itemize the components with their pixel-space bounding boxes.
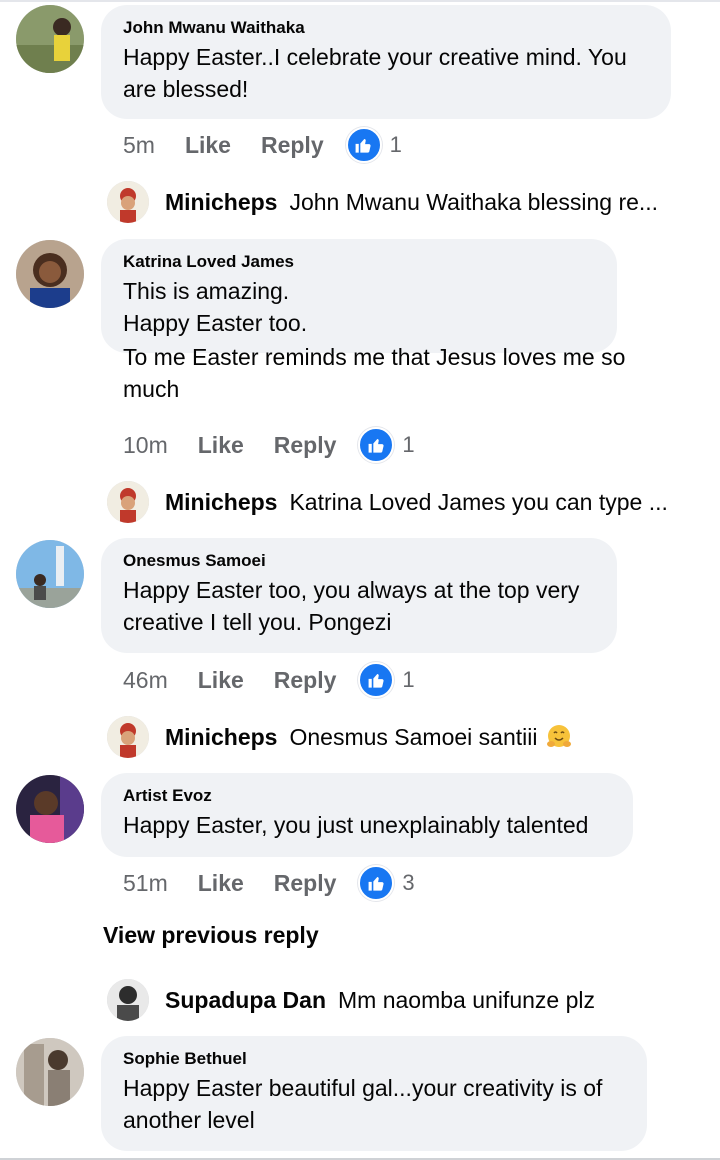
reaction-summary[interactable]: 1 [358,427,415,463]
comment-text-line: Happy Easter too, you always at the top … [123,577,580,603]
reply-preview[interactable]: Minicheps John Mwanu Waithaka blessing r… [107,181,677,223]
reply-button[interactable]: Reply [274,667,337,694]
avatar-sophie[interactable] [16,1038,84,1106]
comment-author[interactable]: Sophie Bethuel [123,1048,625,1070]
reply-text: Katrina Loved James you can type ... [289,488,668,515]
comment-bubble: Sophie Bethuel Happy Easter beautiful ga… [101,1036,647,1151]
comment-actions: 46m Like Reply 1 [123,662,415,698]
comment-text-line: creative I tell you. Pongezi [123,609,392,635]
comment-author[interactable]: Onesmus Samoei [123,550,595,572]
comment-text-line: are blessed! [123,76,249,102]
reaction-count: 3 [402,870,415,895]
reply-author[interactable]: Minicheps [165,489,277,516]
avatar-minicheps [107,716,149,758]
reaction-summary[interactable]: 1 [358,662,415,698]
like-button[interactable]: Like [198,667,244,694]
avatar-minicheps [107,181,149,223]
comment-text-line: Happy Easter too. [123,310,308,336]
reply-text: Onesmus Samoei santiii [289,723,538,750]
avatar-john[interactable] [16,5,84,73]
comment-actions: 10m Like Reply 1 [123,427,415,463]
thumbs-up-icon [358,662,395,698]
reaction-summary[interactable]: 1 [345,127,402,163]
thumbs-up-icon [358,427,395,463]
comment-bubble: Onesmus Samoei Happy Easter too, you alw… [101,538,617,653]
avatar-katrina[interactable] [16,240,84,308]
top-divider [0,0,720,2]
avatar-supadupa-dan [107,979,149,1021]
comment-text-line: Happy Easter..I celebrate your creative … [123,44,627,70]
comment-author[interactable]: John Mwanu Waithaka [123,17,649,39]
like-button[interactable]: Like [185,132,231,159]
reaction-count: 1 [402,432,415,457]
like-button[interactable]: Like [198,870,244,897]
reply-button[interactable]: Reply [274,870,337,897]
comment-actions: 5m Like Reply 1 [123,127,402,163]
avatar-onesmus[interactable] [16,540,84,608]
comment-author[interactable]: Katrina Loved James [123,251,595,273]
comment-actions: 51m Like Reply 3 [123,865,415,901]
comment-text-line: Happy Easter beautiful gal...your creati… [123,1075,603,1101]
comment-text-line: To me Easter reminds me that Jesus loves… [123,344,626,370]
like-button[interactable]: Like [198,432,244,459]
reaction-count: 1 [389,132,402,157]
view-previous-reply-link[interactable]: View previous reply [103,922,319,949]
thumbs-up-icon [345,127,382,163]
reply-author[interactable]: Supadupa Dan [165,987,326,1014]
comment-bubble: Artist Evoz Happy Easter, you just unexp… [101,773,633,857]
reply-text: Mm naomba unifunze plz [338,986,595,1013]
reaction-count: 1 [402,667,415,692]
reply-author[interactable]: Minicheps [165,724,277,751]
avatar-minicheps [107,481,149,523]
comment-time[interactable]: 10m [123,432,168,459]
reply-preview[interactable]: Minicheps Onesmus Samoei santiii [107,716,687,758]
comment-bubble: Katrina Loved James This is amazing. Hap… [101,239,617,353]
hugging-face-icon [545,723,573,751]
reply-author[interactable]: Minicheps [165,189,277,216]
comment-time[interactable]: 46m [123,667,168,694]
thumbs-up-icon [358,865,395,901]
reply-preview[interactable]: Minicheps Katrina Loved James you can ty… [107,481,687,523]
reaction-summary[interactable]: 3 [358,865,415,901]
comment-text-line: another level [123,1107,255,1133]
comment-text-line: much [123,376,180,402]
comment-time[interactable]: 51m [123,870,168,897]
comment-time[interactable]: 5m [123,132,155,159]
comment-bubble: John Mwanu Waithaka Happy Easter..I cele… [101,5,671,119]
comment-author[interactable]: Artist Evoz [123,785,611,807]
comment-text-line: This is amazing. [123,278,290,304]
comment-overflow-text: To me Easter reminds me that Jesus loves… [123,341,703,405]
avatar-artist-evoz[interactable] [16,775,84,843]
reply-button[interactable]: Reply [274,432,337,459]
reply-text: John Mwanu Waithaka blessing re... [289,188,659,215]
comment-text-line: Happy Easter, you just unexplainably tal… [123,812,589,838]
reply-preview[interactable]: Supadupa Dan Mm naomba unifunze plz [107,979,687,1021]
reply-button[interactable]: Reply [261,132,324,159]
